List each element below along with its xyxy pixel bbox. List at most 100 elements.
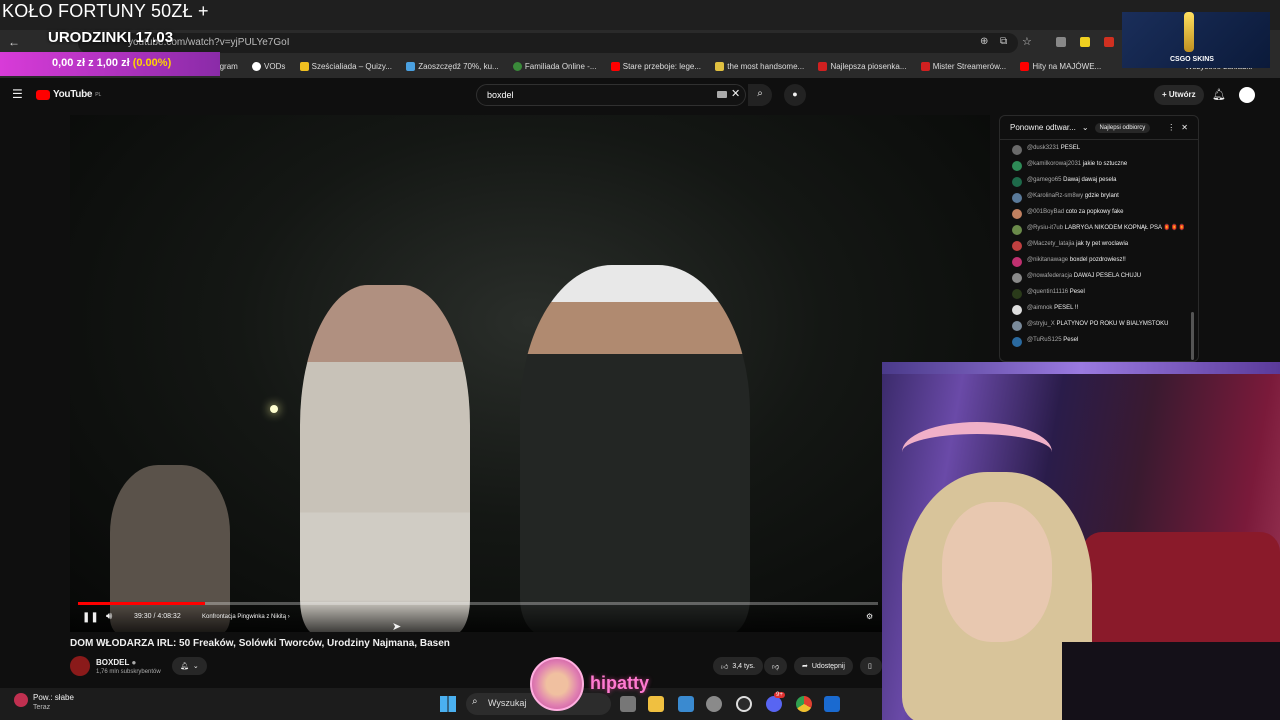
dislike-button[interactable]: 👎︎ (764, 657, 788, 675)
chat-message: @dusk3231 PESEL (1000, 142, 1198, 158)
chat-text: boxdel pozdrowiesz!! (1069, 257, 1126, 263)
discord-icon[interactable] (766, 696, 782, 712)
sponsor-text: CSGO SKINS (1170, 56, 1214, 63)
video-player[interactable] (70, 115, 990, 632)
star-icon[interactable]: ☆ (1022, 35, 1032, 48)
chat-text: PLATYNOV PO ROKU W BIALYMSTOKU (1056, 321, 1169, 327)
menu-icon[interactable]: ☰ (12, 87, 23, 101)
channel-avatar[interactable] (70, 656, 90, 676)
chat-text: PESEL (1060, 145, 1081, 151)
account-avatar[interactable] (1239, 87, 1255, 103)
bookmark-item[interactable]: the most handsome... (715, 56, 804, 71)
more-options-icon[interactable]: ⋮ (1167, 123, 1175, 132)
back-icon[interactable]: ← (8, 35, 20, 49)
obs-icon[interactable] (736, 696, 752, 712)
chat-text: DAWAJ PESELA CHUJU (1073, 273, 1142, 279)
chat-username: @quentin11116 (1027, 289, 1069, 295)
like-button[interactable]: 👍︎ 3,4 tys. (713, 657, 763, 675)
chat-username: @nowafederacja (1027, 273, 1073, 279)
address-bar[interactable]: youtube.com/watch?v=yjPULYe7GoI (78, 33, 1018, 53)
donation-amount: 0,00 zł z 1,00 zł (52, 57, 130, 69)
wheel-title-text: KOŁO FORTUNY 50ZŁ (2, 1, 193, 21)
share-icon: ➦ (802, 663, 808, 670)
volume-icon[interactable]: 🔊︎ (106, 611, 112, 622)
share-button[interactable]: ➦ Udostępnij (794, 657, 853, 675)
chat-avatar (1012, 289, 1022, 299)
store-icon[interactable] (678, 696, 694, 712)
thumb-down-icon: 👎︎ (772, 663, 780, 671)
bookmark-item[interactable]: Sześcialiada – Quizy... (299, 56, 392, 71)
chat-avatar (1012, 177, 1022, 187)
windows-start-icon[interactable] (440, 696, 456, 712)
bookmark-item[interactable]: Stare przeboje: lege... (610, 56, 701, 71)
subscribe-bell-button[interactable]: 🔔︎ ⌄ (172, 657, 207, 675)
extension-icon[interactable] (1056, 37, 1066, 47)
create-button[interactable]: + Utwórz (1154, 85, 1204, 105)
bookmark-item[interactable]: Hity na MAJÓWE... (1020, 56, 1101, 71)
chat-message: @stryju_X PLATYNOV PO ROKU W BIALYMSTOKU (1000, 318, 1198, 334)
search-button[interactable]: ⌕ (748, 84, 772, 106)
chat-avatar (1012, 273, 1022, 283)
chat-text: gdzie brylant (1084, 193, 1119, 199)
bookmark-item[interactable]: Familiada Online -... (512, 56, 597, 71)
video-person-center (300, 285, 470, 632)
chat-username: @kamilkorowaj2031 (1027, 161, 1082, 167)
bookmark-item[interactable]: VODs (252, 56, 285, 71)
discord-badge: 9+ (774, 692, 785, 698)
chat-avatar (1012, 209, 1022, 219)
clear-search-icon[interactable]: ✕ (731, 87, 740, 100)
notifications-icon[interactable]: 🔔︎ (1212, 88, 1226, 101)
keyboard-icon[interactable] (717, 91, 727, 98)
chat-username: @001BoyBad (1027, 209, 1065, 215)
pause-icon[interactable]: ❚❚ (82, 612, 99, 623)
youtube-logo[interactable]: YouTube PL (36, 89, 101, 100)
chat-messages: @dusk3231 PESEL @kamilkorowaj2031 jakie t… (1000, 140, 1198, 350)
weather-widget[interactable]: Pow.: słabe Teraz (33, 693, 74, 713)
thumb-up-icon: 👍︎ (721, 663, 729, 671)
save-button[interactable]: ▯ (860, 657, 882, 675)
chat-username: @stryju_X (1027, 321, 1055, 327)
video-person-right (520, 265, 750, 632)
chat-avatar (1012, 241, 1022, 251)
chat-message: @001BoyBad coto za popkowy fake (1000, 206, 1198, 222)
chevron-down-icon[interactable]: ⌄ (1082, 123, 1089, 132)
extension-icon[interactable] (1104, 37, 1114, 47)
bookmark-icon: ▯ (868, 663, 872, 670)
weather-icon[interactable] (14, 693, 28, 707)
search-icon: ⌕ (472, 696, 478, 707)
chrome-icon[interactable] (796, 696, 812, 712)
bookmark-item[interactable]: Zaoszczędź 70%, ku... (406, 56, 499, 71)
top-fans-badge[interactable]: Najlepsi odbiorcy (1094, 122, 1151, 133)
search-input[interactable]: boxdel (476, 84, 746, 106)
streamer-face (942, 502, 1052, 642)
task-view-icon[interactable] (620, 696, 636, 712)
streamer-name: hipatty (590, 673, 650, 693)
file-explorer-icon[interactable] (648, 696, 664, 712)
extension-icon[interactable] (1080, 37, 1090, 47)
voice-search-icon[interactable]: ● (784, 84, 806, 106)
channel-name[interactable]: BOXDEL ● (96, 658, 136, 667)
chat-title[interactable]: Ponowne odtwar... (1010, 123, 1076, 132)
chat-text: jakie to sztuczne (1082, 161, 1128, 167)
settings-app-icon[interactable] (706, 696, 722, 712)
bookmark-item[interactable]: Mister Streamerów... (920, 56, 1006, 71)
chat-avatar (1012, 161, 1022, 171)
chat-scrollbar[interactable] (1191, 312, 1194, 360)
chat-username: @gamego65 (1027, 177, 1062, 183)
close-icon[interactable]: ✕ (1181, 123, 1188, 132)
chat-username: @KarolinaRz-sm8wy (1027, 193, 1084, 199)
verified-icon: ● (131, 658, 137, 667)
chapter-label[interactable]: Konfrontacja Pingwinka z Nikitą › (202, 614, 290, 620)
chat-message: @gamego65 Dawaj dawaj pesela (1000, 174, 1198, 190)
chevron-down-icon: ⌄ (192, 663, 199, 670)
headphones-cat-ears (902, 422, 1052, 482)
install-icon[interactable]: ⧉ (1000, 36, 1007, 47)
bookmark-item[interactable]: Najlepsza piosenka... (818, 56, 906, 71)
zoom-icon[interactable]: ⊕ (980, 36, 988, 47)
outfit (1062, 642, 1280, 720)
youtube-play-icon (36, 89, 50, 100)
chat-text: Pesel (1069, 289, 1085, 295)
app-icon[interactable] (824, 696, 840, 712)
settings-icon[interactable]: ⚙ (866, 612, 873, 621)
donation-percent: (0.00%) (132, 57, 172, 69)
